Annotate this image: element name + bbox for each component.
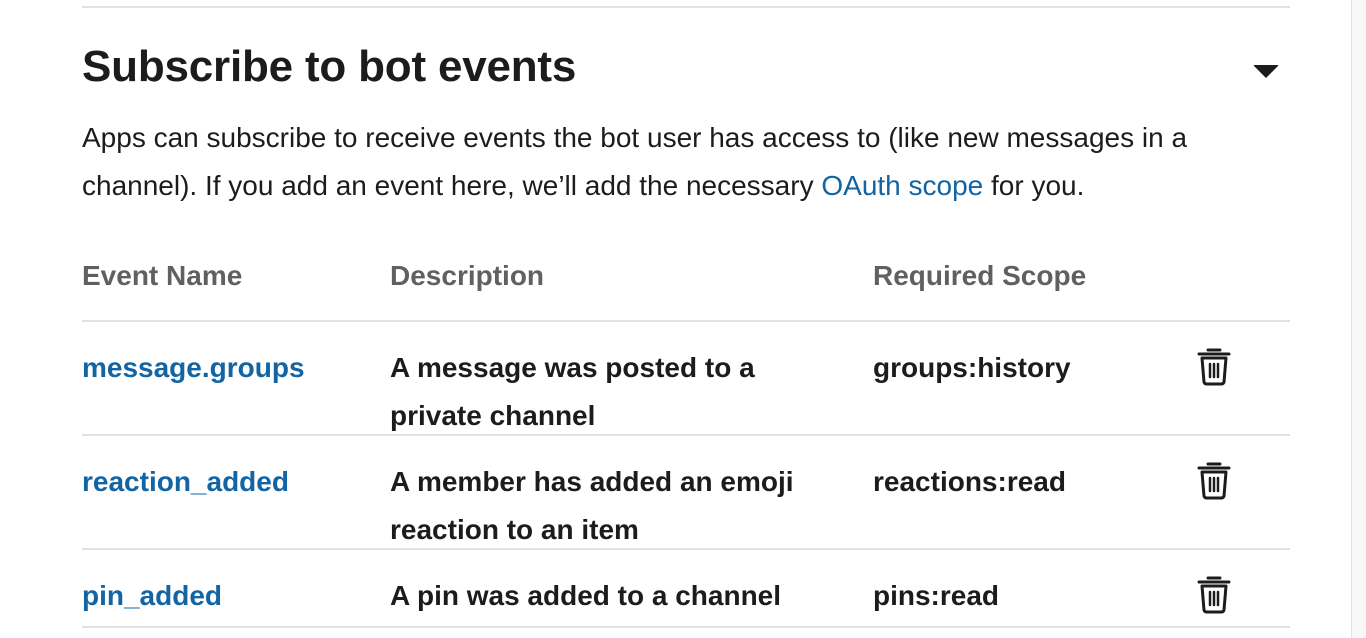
- event-description: A member has added an emoji reaction to …: [390, 466, 794, 545]
- bot-events-table: Event Name Description Required Scope me…: [82, 256, 1290, 628]
- trash-icon[interactable]: [1196, 346, 1232, 386]
- event-scope: reactions:read: [873, 466, 1066, 497]
- table-header: Event Name Description Required Scope: [82, 256, 1290, 322]
- collapse-button[interactable]: [1248, 58, 1284, 84]
- event-description: A message was posted to a private channe…: [390, 352, 755, 431]
- event-description: A pin was added to a channel: [390, 580, 782, 611]
- oauth-scope-link[interactable]: OAuth scope: [821, 170, 983, 201]
- header-required-scope: Required Scope: [873, 260, 1087, 291]
- event-name-link[interactable]: message.groups: [82, 344, 305, 392]
- event-scope: pins:read: [873, 580, 1000, 611]
- table-row: pin_added A pin was added to a channel p…: [82, 550, 1290, 628]
- event-subscriptions-panel: Subscribe to bot events Apps can subscri…: [0, 0, 1352, 638]
- trash-icon[interactable]: [1196, 460, 1232, 500]
- description-text-end: for you.: [983, 170, 1085, 201]
- page-gutter: [1352, 0, 1366, 638]
- top-divider: [82, 6, 1290, 8]
- header-description: Description: [390, 260, 545, 291]
- header-event-name: Event Name: [82, 260, 243, 291]
- event-name-link[interactable]: reaction_added: [82, 458, 289, 506]
- event-name-link[interactable]: pin_added: [82, 572, 222, 620]
- section-title: Subscribe to bot events: [82, 42, 577, 91]
- trash-icon[interactable]: [1196, 574, 1232, 614]
- table-row: message.groups A message was posted to a…: [82, 322, 1290, 436]
- table-row: reaction_added A member has added an emo…: [82, 436, 1290, 550]
- caret-down-icon: [1253, 65, 1279, 78]
- event-scope: groups:history: [873, 352, 1071, 383]
- section-description: Apps can subscribe to receive events the…: [82, 114, 1297, 210]
